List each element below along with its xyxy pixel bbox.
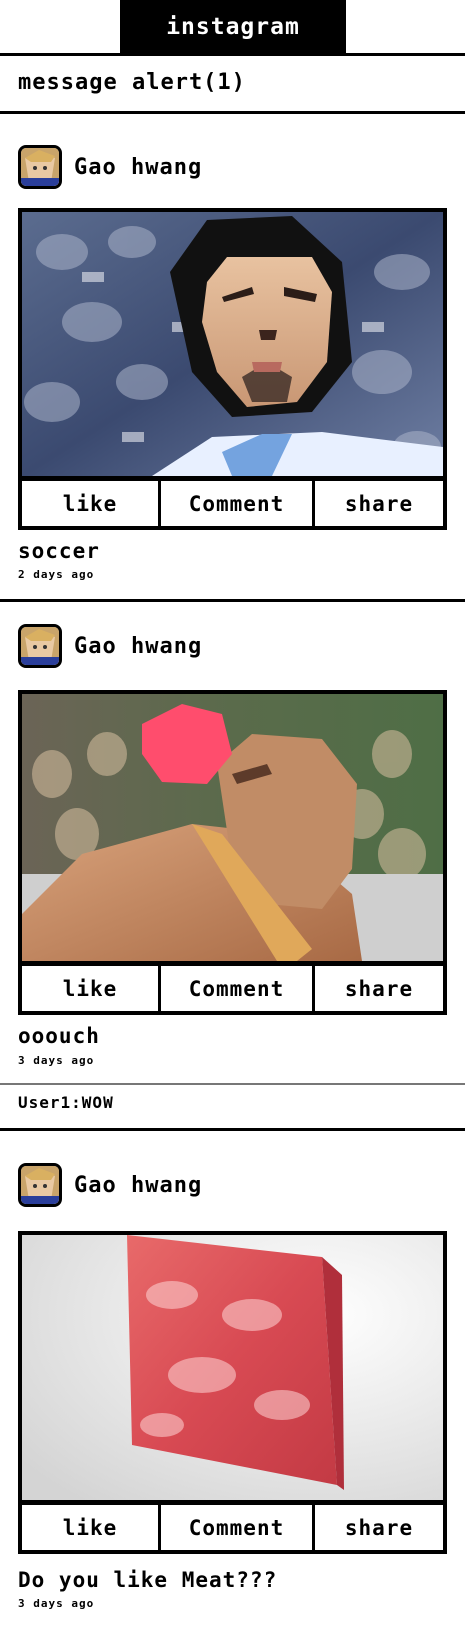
post-actions: like Comment share bbox=[18, 1505, 447, 1554]
author-name[interactable]: Gao hwang bbox=[74, 634, 202, 659]
like-button[interactable]: like bbox=[22, 481, 158, 526]
comment-button[interactable]: Comment bbox=[158, 966, 312, 1011]
comment-button[interactable]: Comment bbox=[158, 1505, 312, 1550]
post-caption: Do you like Meat??? bbox=[18, 1568, 278, 1592]
post-author[interactable]: Gao hwang bbox=[18, 623, 202, 669]
message-alert-link[interactable]: message alert(1) bbox=[18, 70, 246, 95]
post-image[interactable] bbox=[18, 208, 447, 481]
share-button[interactable]: share bbox=[312, 1505, 443, 1550]
top-bar: instagram bbox=[0, 0, 465, 57]
post-image[interactable] bbox=[18, 1231, 447, 1505]
avatar[interactable] bbox=[18, 1163, 62, 1207]
post-timestamp: 3 days ago bbox=[18, 1597, 95, 1610]
post-image[interactable] bbox=[18, 690, 447, 966]
post-caption: soccer bbox=[18, 539, 100, 563]
post-author[interactable]: Gao hwang bbox=[18, 1162, 202, 1208]
post-timestamp: 3 days ago bbox=[18, 1054, 95, 1067]
comment-text: User1:WOW bbox=[18, 1093, 114, 1112]
post-actions: like Comment share bbox=[18, 966, 447, 1015]
app-title: instagram bbox=[120, 0, 346, 54]
author-name[interactable]: Gao hwang bbox=[74, 155, 202, 180]
avatar[interactable] bbox=[18, 624, 62, 668]
divider bbox=[0, 111, 465, 114]
author-name[interactable]: Gao hwang bbox=[74, 1173, 202, 1198]
like-button[interactable]: like bbox=[22, 966, 158, 1011]
share-button[interactable]: share bbox=[312, 966, 443, 1011]
post-actions: like Comment share bbox=[18, 481, 447, 530]
divider bbox=[0, 1128, 465, 1131]
divider bbox=[0, 599, 465, 602]
share-button[interactable]: share bbox=[312, 481, 443, 526]
divider bbox=[0, 1083, 465, 1085]
post-timestamp: 2 days ago bbox=[18, 568, 95, 581]
divider bbox=[0, 53, 465, 56]
comment-button[interactable]: Comment bbox=[158, 481, 312, 526]
post-caption: ooouch bbox=[18, 1024, 100, 1048]
like-button[interactable]: like bbox=[22, 1505, 158, 1550]
avatar[interactable] bbox=[18, 145, 62, 189]
post-author[interactable]: Gao hwang bbox=[18, 144, 202, 190]
